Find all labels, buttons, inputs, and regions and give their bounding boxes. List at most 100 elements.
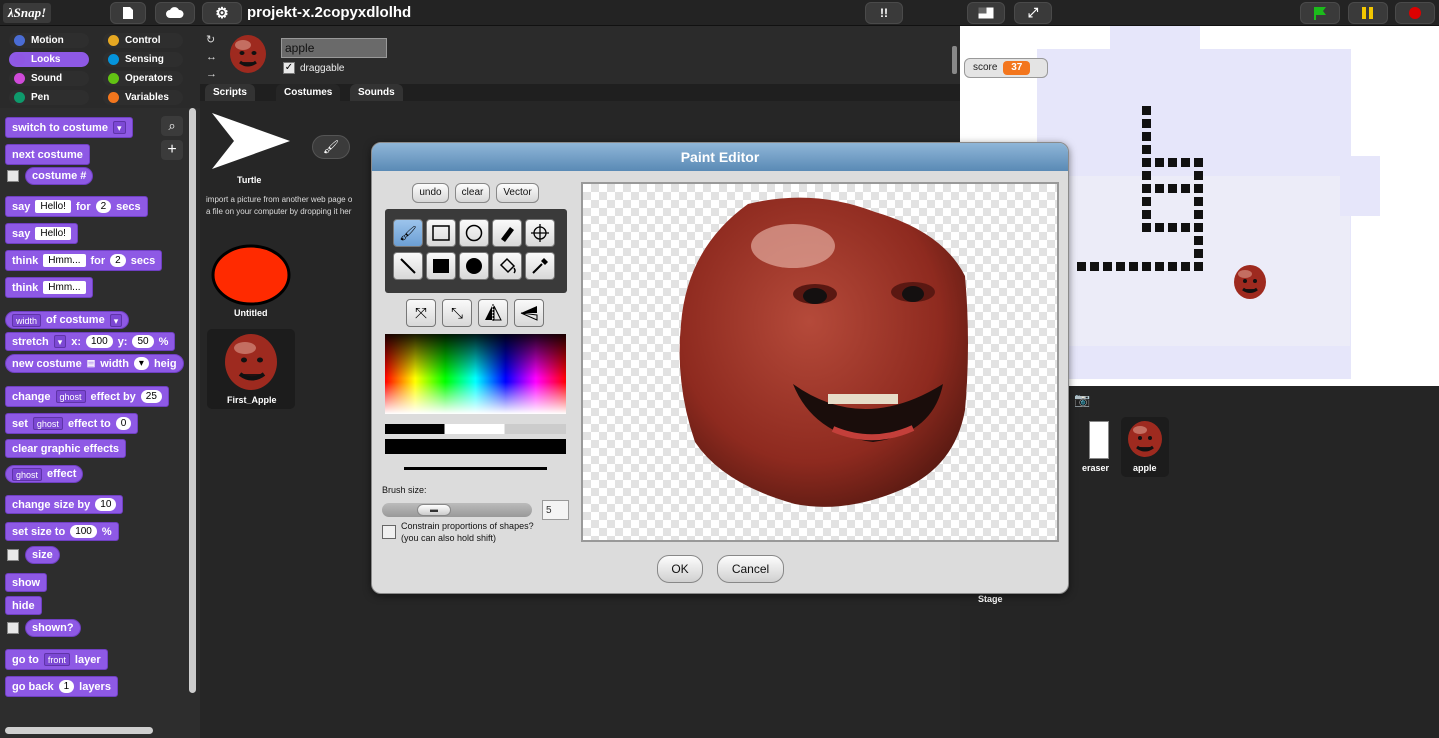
draggable-checkbox[interactable]: ✓ (283, 62, 295, 74)
grow-button[interactable]: ⤧ (406, 299, 436, 327)
block-say[interactable]: say Hello! (5, 223, 78, 244)
fullscreen-button[interactable]: ⤢ (1014, 2, 1052, 24)
brush-size-preview (404, 467, 547, 470)
stop-button[interactable] (1395, 2, 1435, 24)
tool-filled-ellipse[interactable] (459, 252, 489, 280)
apple-face-image (225, 334, 277, 390)
category-color-dot (108, 73, 119, 84)
settings-button[interactable]: ⚙ (202, 2, 242, 24)
block-new-costume[interactable]: new costume ▤ width ▾ heig (5, 354, 184, 373)
pause-button[interactable] (1348, 2, 1388, 24)
brush-size-slider[interactable]: ▬ (382, 503, 532, 517)
flip-vertical-button[interactable] (514, 299, 544, 327)
wall-tile (1116, 262, 1125, 271)
block-costume-number[interactable]: costume # (25, 167, 94, 185)
normal-stage-button[interactable] (967, 2, 1005, 24)
shrink-button[interactable]: ⤡ (442, 299, 472, 327)
block-set-size-to[interactable]: set size to 100% (5, 522, 119, 541)
snap-logo[interactable]: λSnap! (3, 3, 51, 23)
palette-search-button[interactable]: ⌕ (161, 116, 183, 136)
block-think[interactable]: think Hmm... (5, 277, 93, 298)
cancel-button[interactable]: Cancel (717, 555, 784, 583)
block-shown-predicate[interactable]: shown? (25, 619, 81, 637)
block-switch-to-costume[interactable]: switch to costume ▾ (5, 117, 133, 138)
tool-eraser[interactable] (492, 219, 522, 247)
block-change-effect[interactable]: change ghost effect by 25 (5, 386, 169, 407)
undo-button[interactable]: undo (412, 183, 449, 203)
brush-size-field[interactable] (542, 500, 569, 520)
green-flag-button[interactable] (1300, 2, 1340, 24)
wall-tile (1142, 197, 1151, 206)
file-menu-button[interactable] (110, 2, 146, 24)
green-flag-icon (1314, 7, 1326, 20)
tool-rectangle[interactable] (426, 219, 456, 247)
block-size-reporter[interactable]: size (25, 546, 60, 564)
category-operators[interactable]: Operators (103, 71, 183, 86)
category-motion[interactable]: Motion (9, 33, 89, 48)
block-set-effect[interactable]: set ghost effect to 0 (5, 413, 139, 434)
tool-eyedropper[interactable] (525, 252, 555, 280)
score-watcher[interactable]: score 37 (964, 58, 1048, 78)
palette-scrollbar[interactable] (189, 108, 196, 693)
grayscale-picker[interactable] (385, 424, 566, 434)
paint-new-costume-button[interactable]: 🖌 (312, 135, 350, 159)
category-control[interactable]: Control (103, 33, 183, 48)
wall-tile (1194, 249, 1203, 258)
block-think-for-secs[interactable]: think Hmm... for 2 secs (5, 250, 163, 271)
category-variables[interactable]: Variables (103, 90, 183, 105)
block-hide[interactable]: hide (5, 596, 42, 615)
block-go-to-layer[interactable]: go to front layer (5, 649, 108, 670)
category-sound[interactable]: Sound (9, 71, 89, 86)
tab-scripts[interactable]: Scripts (205, 84, 255, 101)
editor-scroll-handle[interactable] (952, 46, 957, 74)
watcher-value: 37 (1003, 61, 1031, 75)
stage-layout-button[interactable]: !! (865, 2, 903, 24)
category-looks[interactable]: Looks (9, 52, 89, 67)
category-label: Pen (31, 92, 50, 103)
block-show[interactable]: show (5, 573, 48, 592)
block-change-size-by[interactable]: change size by 10 (5, 495, 124, 514)
block-stretch[interactable]: stretch ▾ x: 100 y: 50% (5, 332, 176, 351)
costume-num-checkbox[interactable] (7, 170, 19, 182)
sprite-name-field[interactable] (281, 38, 387, 58)
clear-button[interactable]: clear (455, 183, 490, 203)
tool-brush[interactable]: 🖌 (393, 219, 423, 247)
tool-paint-bucket[interactable] (492, 252, 522, 280)
block-clear-graphic-effects[interactable]: clear graphic effects (5, 439, 126, 458)
tab-costumes[interactable]: Costumes (276, 84, 341, 101)
constrain-checkbox[interactable] (382, 525, 396, 539)
block-effect-reporter[interactable]: ghost effect (5, 465, 84, 483)
dialog-title[interactable]: Paint Editor (372, 143, 1068, 171)
costume-dropdown[interactable]: ▾ (112, 121, 126, 134)
stop-icon (1409, 7, 1421, 19)
apple-sprite[interactable] (1232, 264, 1268, 300)
make-block-button[interactable]: + (161, 140, 183, 160)
tool-line[interactable] (393, 252, 423, 280)
tool-rotation-center[interactable] (525, 219, 555, 247)
category-pen[interactable]: Pen (9, 90, 89, 105)
palette-horizontal-scrollbar[interactable] (5, 727, 153, 734)
wall-tile (1090, 262, 1099, 271)
wall-tile (1181, 223, 1190, 232)
cloud-menu-button[interactable] (155, 2, 195, 24)
ok-button[interactable]: OK (657, 555, 703, 583)
category-sensing[interactable]: Sensing (103, 52, 183, 67)
vector-button[interactable]: Vector (496, 183, 539, 203)
camera-icon[interactable]: 📷 (1074, 392, 1090, 408)
paint-canvas[interactable] (581, 182, 1059, 542)
block-next-costume[interactable]: next costume (5, 144, 90, 165)
size-checkbox[interactable] (7, 549, 19, 561)
tool-filled-rectangle[interactable] (426, 252, 456, 280)
slider-knob[interactable]: ▬ (417, 504, 451, 516)
block-width-of-costume[interactable]: width of costume ▾ (5, 311, 130, 329)
category-color-dot (108, 92, 119, 103)
tab-sounds[interactable]: Sounds (350, 84, 403, 101)
rotation-styles[interactable]: ↻ ↔ → (206, 32, 220, 83)
block-go-back-layers[interactable]: go back 1 layers (5, 676, 118, 697)
shown-checkbox[interactable] (7, 622, 19, 634)
tool-ellipse[interactable] (459, 219, 489, 247)
color-picker[interactable] (385, 334, 566, 414)
block-say-for-secs[interactable]: say Hello! for 2 secs (5, 196, 148, 217)
gear-icon: ⚙ (215, 5, 229, 22)
flip-horizontal-button[interactable] (478, 299, 508, 327)
